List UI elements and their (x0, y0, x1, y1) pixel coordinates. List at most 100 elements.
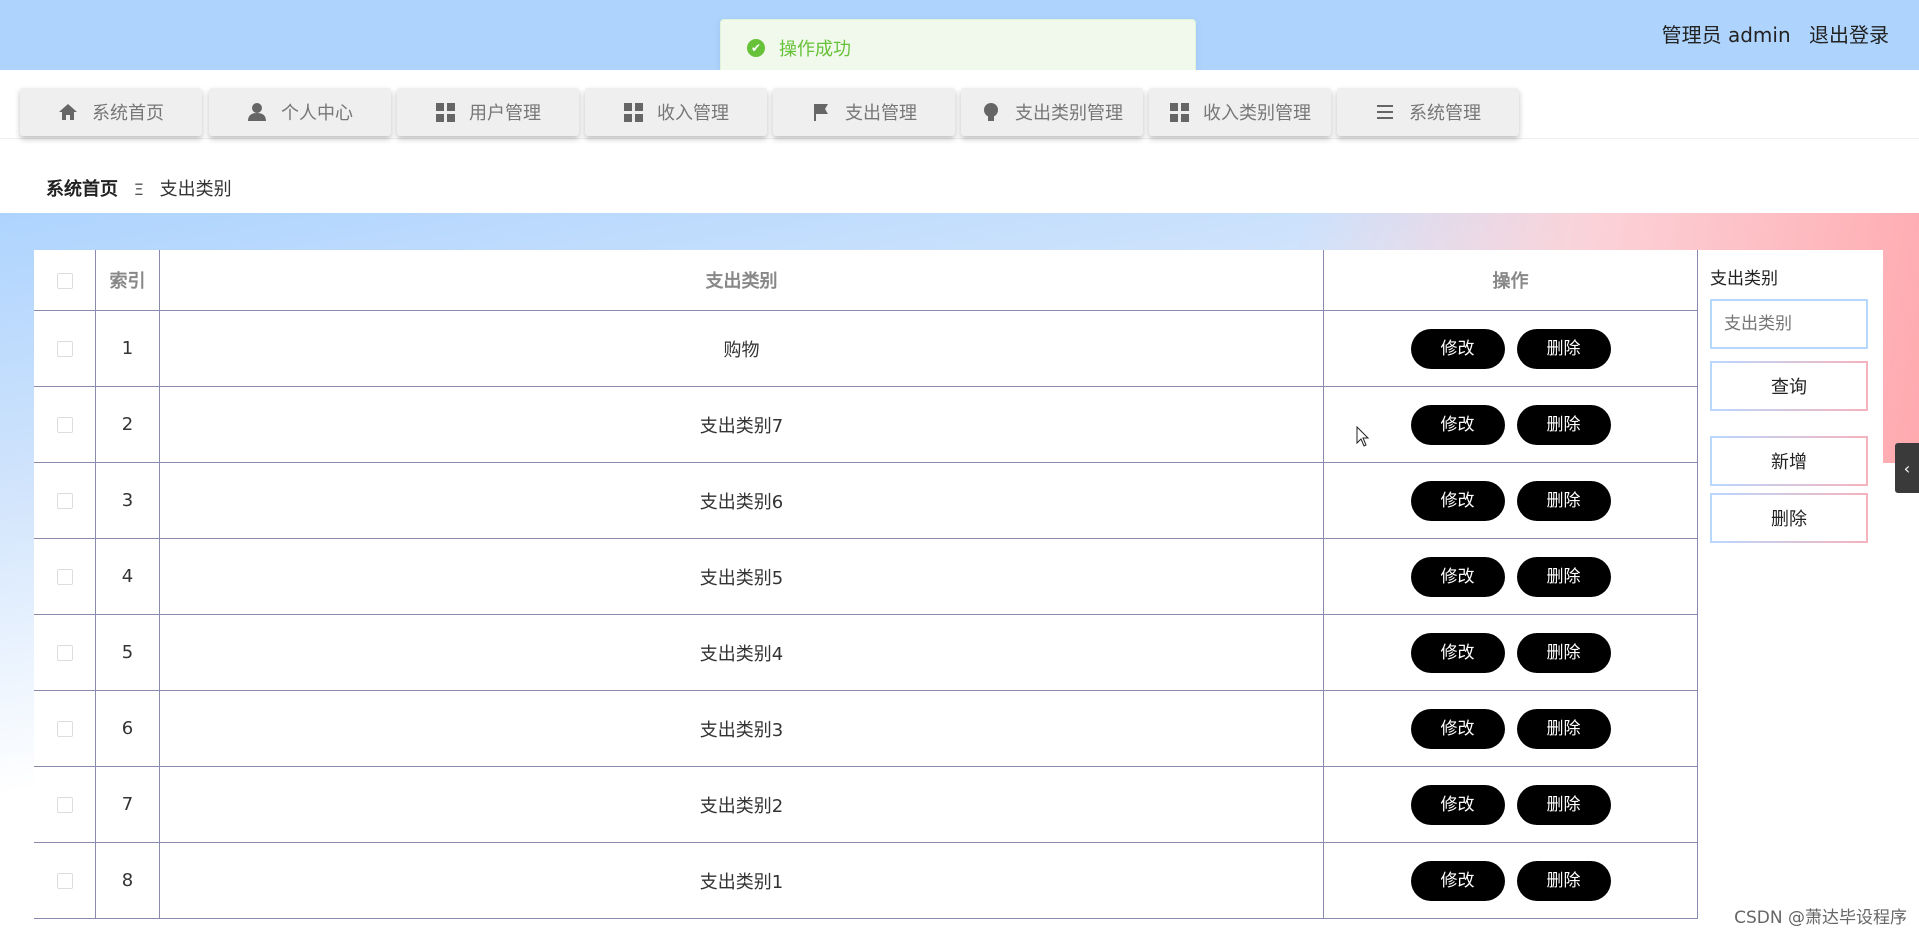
bulb-icon (981, 102, 1001, 122)
row-checkbox[interactable] (56, 493, 73, 509)
nav-item-expense-category[interactable]: 支出类别管理 (961, 88, 1143, 136)
delete-button[interactable]: 删除 (1516, 860, 1611, 901)
row-category: 支出类别6 (159, 462, 1324, 539)
main-area: 索引 支出类别 操作 1 购物 修改 删除 2 支出类别7 修改 删除 3 支出… (0, 213, 1919, 935)
list-icon (1375, 102, 1395, 122)
top-nav: 系统首页 个人中心 用户管理 收入管理 支出管理 支出类别管理 收入类别管理 系… (0, 70, 1919, 139)
row-checkbox[interactable] (56, 873, 73, 889)
row-actions: 修改 删除 (1323, 842, 1698, 919)
breadcrumb-separator: Ξ (133, 180, 144, 199)
edit-button[interactable]: 修改 (1410, 404, 1505, 445)
row-category: 购物 (159, 310, 1324, 387)
query-button[interactable]: 查询 (1710, 361, 1868, 411)
chevron-left-icon: ‹ (1903, 458, 1911, 478)
row-checkbox[interactable] (56, 645, 73, 661)
row-category: 支出类别1 (159, 842, 1324, 919)
row-checkbox-cell (34, 766, 96, 843)
batch-delete-button[interactable]: 删除 (1710, 493, 1868, 543)
nav-label: 系统管理 (1409, 103, 1481, 124)
row-checkbox-cell (34, 386, 96, 463)
logout-link[interactable]: 退出登录 (1809, 23, 1889, 47)
nav-item-users[interactable]: 用户管理 (397, 88, 579, 136)
search-label: 支出类别 (1710, 269, 1778, 289)
nav-label: 支出类别管理 (1015, 103, 1123, 124)
delete-button[interactable]: 删除 (1516, 784, 1611, 825)
edit-button[interactable]: 修改 (1410, 708, 1505, 749)
toast-message: 操作成功 (779, 39, 851, 60)
delete-button[interactable]: 删除 (1516, 556, 1611, 597)
row-category: 支出类别2 (159, 766, 1324, 843)
edit-button[interactable]: 修改 (1410, 632, 1505, 673)
header-category: 支出类别 (159, 250, 1324, 311)
delete-button[interactable]: 删除 (1516, 328, 1611, 369)
search-panel: 支出类别 查询 新增 删除 (1710, 250, 1880, 543)
row-actions: 修改 删除 (1323, 462, 1698, 539)
content-panel: 索引 支出类别 操作 1 购物 修改 删除 2 支出类别7 修改 删除 3 支出… (34, 250, 1883, 935)
nav-item-income-category[interactable]: 收入类别管理 (1149, 88, 1331, 136)
edit-button[interactable]: 修改 (1410, 860, 1505, 901)
table-row: 6 支出类别3 修改 删除 (34, 690, 1698, 767)
row-index: 4 (95, 538, 160, 615)
table-row: 8 支出类别1 修改 删除 (34, 842, 1698, 919)
edit-button[interactable]: 修改 (1410, 556, 1505, 597)
row-checkbox[interactable] (56, 569, 73, 585)
row-checkbox-cell (34, 614, 96, 691)
row-category: 支出类别7 (159, 386, 1324, 463)
table-row: 3 支出类别6 修改 删除 (34, 462, 1698, 539)
row-actions: 修改 删除 (1323, 386, 1698, 463)
nav-item-income[interactable]: 收入管理 (585, 88, 767, 136)
user-icon (247, 102, 267, 122)
nav-label: 个人中心 (281, 103, 353, 124)
delete-button[interactable]: 删除 (1516, 708, 1611, 749)
table-row: 5 支出类别4 修改 删除 (34, 614, 1698, 691)
grid-icon (1169, 102, 1189, 122)
nav-label: 用户管理 (469, 103, 541, 124)
user-area: 管理员 admin 退出登录 (1650, 19, 1889, 48)
select-all-cell (34, 250, 96, 311)
row-index: 1 (95, 310, 160, 387)
row-category: 支出类别4 (159, 614, 1324, 691)
row-index: 7 (95, 766, 160, 843)
nav-item-profile[interactable]: 个人中心 (209, 88, 391, 136)
header-index: 索引 (95, 250, 160, 311)
row-checkbox-cell (34, 538, 96, 615)
row-checkbox[interactable] (56, 797, 73, 813)
collapse-sidebar-button[interactable]: ‹ (1895, 443, 1919, 493)
delete-button[interactable]: 删除 (1516, 480, 1611, 521)
nav-label: 支出管理 (845, 103, 917, 124)
breadcrumb: 系统首页 Ξ 支出类别 (46, 175, 232, 201)
nav-label: 系统首页 (92, 103, 164, 124)
nav-item-system[interactable]: 系统管理 (1337, 88, 1519, 136)
success-toast: ✔ 操作成功 (720, 19, 1196, 77)
watermark: CSDN @萧达毕设程序 (1734, 908, 1907, 928)
row-checkbox[interactable] (56, 341, 73, 357)
grid-icon (435, 102, 455, 122)
edit-button[interactable]: 修改 (1410, 784, 1505, 825)
search-input[interactable] (1710, 299, 1868, 349)
mouse-cursor-icon (1356, 425, 1370, 453)
nav-item-home[interactable]: 系统首页 (20, 88, 202, 136)
breadcrumb-home[interactable]: 系统首页 (46, 179, 118, 200)
edit-button[interactable]: 修改 (1410, 328, 1505, 369)
select-all-checkbox[interactable] (56, 272, 73, 289)
row-actions: 修改 删除 (1323, 614, 1698, 691)
row-checkbox-cell (34, 690, 96, 767)
delete-button[interactable]: 删除 (1516, 632, 1611, 673)
delete-button[interactable]: 删除 (1516, 404, 1611, 445)
row-checkbox-cell (34, 842, 96, 919)
row-actions: 修改 删除 (1323, 310, 1698, 387)
breadcrumb-current: 支出类别 (159, 179, 232, 200)
grid-icon (623, 102, 643, 122)
row-index: 3 (95, 462, 160, 539)
user-label: 管理员 admin (1661, 23, 1791, 47)
row-checkbox-cell (34, 310, 96, 387)
edit-button[interactable]: 修改 (1410, 480, 1505, 521)
row-actions: 修改 删除 (1323, 690, 1698, 767)
nav-item-expense[interactable]: 支出管理 (773, 88, 955, 136)
row-checkbox[interactable] (56, 417, 73, 433)
table-row: 2 支出类别7 修改 删除 (34, 386, 1698, 463)
add-button[interactable]: 新增 (1710, 436, 1868, 486)
row-actions: 修改 删除 (1323, 766, 1698, 843)
category-table: 索引 支出类别 操作 1 购物 修改 删除 2 支出类别7 修改 删除 3 支出… (34, 250, 1698, 919)
row-checkbox[interactable] (56, 721, 73, 737)
